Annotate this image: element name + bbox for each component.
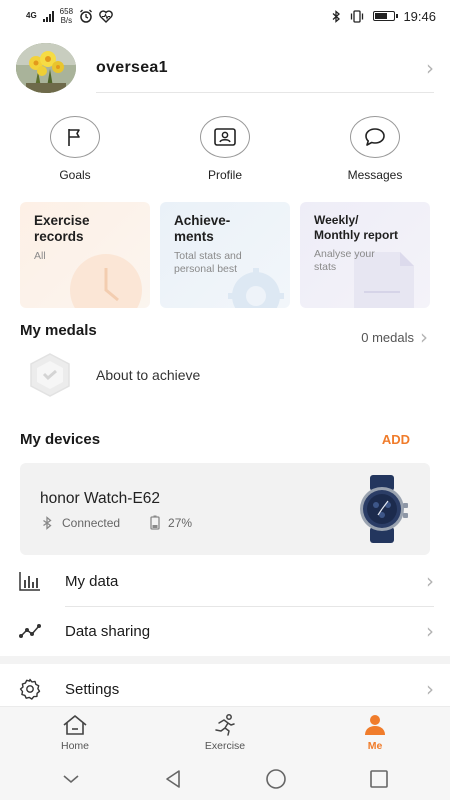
- goals-button[interactable]: Goals: [0, 116, 150, 186]
- my-data-row[interactable]: My data ›: [18, 556, 434, 606]
- chevron-right-icon: ›: [420, 325, 428, 349]
- medal-icon: [30, 353, 70, 397]
- home-circle-icon[interactable]: [265, 768, 287, 790]
- medal-status: About to achieve: [96, 367, 201, 383]
- id-card-icon: [200, 116, 250, 158]
- device-battery: 27%: [168, 515, 193, 530]
- chevron-right-icon: ›: [426, 619, 434, 643]
- section-separator: [0, 656, 450, 664]
- device-card[interactable]: honor Watch-E62 Connected 27%: [20, 463, 430, 555]
- signal-icon: [42, 10, 54, 22]
- bluetooth-icon: [333, 9, 341, 23]
- devices-title: My devices: [20, 431, 101, 448]
- achievements-card[interactable]: Achieve-ments Total stats and personal be…: [160, 202, 290, 308]
- flag-icon: [50, 116, 100, 158]
- chat-bubble-icon: [350, 116, 400, 158]
- medal-item[interactable]: About to achieve: [26, 352, 200, 398]
- alarm-icon: [80, 9, 92, 23]
- runner-icon: [215, 713, 235, 736]
- feature-cards: Exercise records All Achieve-ments Total …: [20, 202, 430, 308]
- network-type: 4G: [26, 11, 37, 20]
- watch-image: [360, 475, 408, 543]
- share-graph-icon: [18, 619, 42, 643]
- recents-square-icon[interactable]: [369, 769, 389, 789]
- card-title: Weekly/Monthly report: [314, 213, 398, 242]
- goals-label: Goals: [59, 168, 91, 182]
- tab-label: Home: [60, 739, 89, 752]
- card-subtitle: All: [34, 250, 46, 262]
- data-sharing-label: Data sharing: [65, 622, 151, 640]
- messages-button[interactable]: Messages: [300, 116, 450, 186]
- medals-count: 0 medals: [361, 329, 414, 345]
- profile-button[interactable]: Profile: [150, 116, 300, 186]
- chevron-right-icon: ›: [426, 569, 434, 593]
- quick-actions: Goals Profile Messages: [0, 116, 450, 186]
- person-icon: [365, 714, 385, 735]
- settings-label: Settings: [65, 680, 120, 698]
- tab-label: Exercise: [204, 739, 246, 752]
- avatar[interactable]: [16, 43, 76, 93]
- heart-rate-icon: [99, 9, 113, 23]
- chevron-right-icon: ›: [426, 56, 434, 80]
- tab-exercise[interactable]: Exercise: [150, 707, 300, 758]
- exercise-records-card[interactable]: Exercise records All: [20, 202, 150, 308]
- profile-label: Profile: [207, 168, 242, 182]
- report-card[interactable]: Weekly/Monthly report Analyse your stats: [300, 202, 430, 308]
- back-icon[interactable]: [163, 769, 183, 789]
- gear-icon: [18, 677, 42, 701]
- my-data-label: My data: [65, 572, 119, 590]
- network-speed: 658 B/s: [59, 7, 74, 25]
- clock: 19:46: [403, 8, 436, 24]
- device-name: honor Watch-E62: [40, 490, 161, 507]
- divider: [96, 92, 434, 93]
- medals-title: My medals: [20, 322, 97, 339]
- bar-chart-icon: [18, 569, 42, 593]
- home-icon: [63, 714, 87, 735]
- chevron-right-icon: ›: [426, 677, 434, 701]
- battery-icon: [150, 515, 160, 530]
- medals-count-link[interactable]: 0 medals ›: [361, 325, 428, 349]
- add-device-button[interactable]: ADD: [382, 432, 410, 447]
- status-bar: 4G 658 B/s 19:46: [0, 0, 450, 32]
- connection-status: Connected: [62, 515, 121, 530]
- card-subtitle: Total stats and personal best: [174, 250, 242, 275]
- battery-icon: [373, 11, 399, 21]
- messages-label: Messages: [347, 168, 403, 182]
- profile-name: oversea1: [96, 59, 168, 76]
- device-status: Connected 27%: [40, 515, 192, 530]
- bottom-tab-bar: Home Exercise Me: [0, 706, 450, 758]
- card-title: Achieve-ments: [174, 213, 231, 244]
- system-nav-bar: [0, 758, 450, 800]
- tab-label: Me: [367, 739, 383, 752]
- chevron-down-icon[interactable]: [61, 773, 81, 785]
- bluetooth-icon: [43, 515, 52, 530]
- data-sharing-row[interactable]: Data sharing ›: [18, 606, 434, 656]
- vibrate-icon: [351, 9, 364, 23]
- tab-me[interactable]: Me: [300, 707, 450, 758]
- card-subtitle: Analyse your stats: [314, 248, 375, 273]
- profile-header[interactable]: oversea1 ›: [16, 42, 434, 94]
- tab-home[interactable]: Home: [0, 707, 150, 758]
- card-title: Exercise records: [34, 213, 90, 244]
